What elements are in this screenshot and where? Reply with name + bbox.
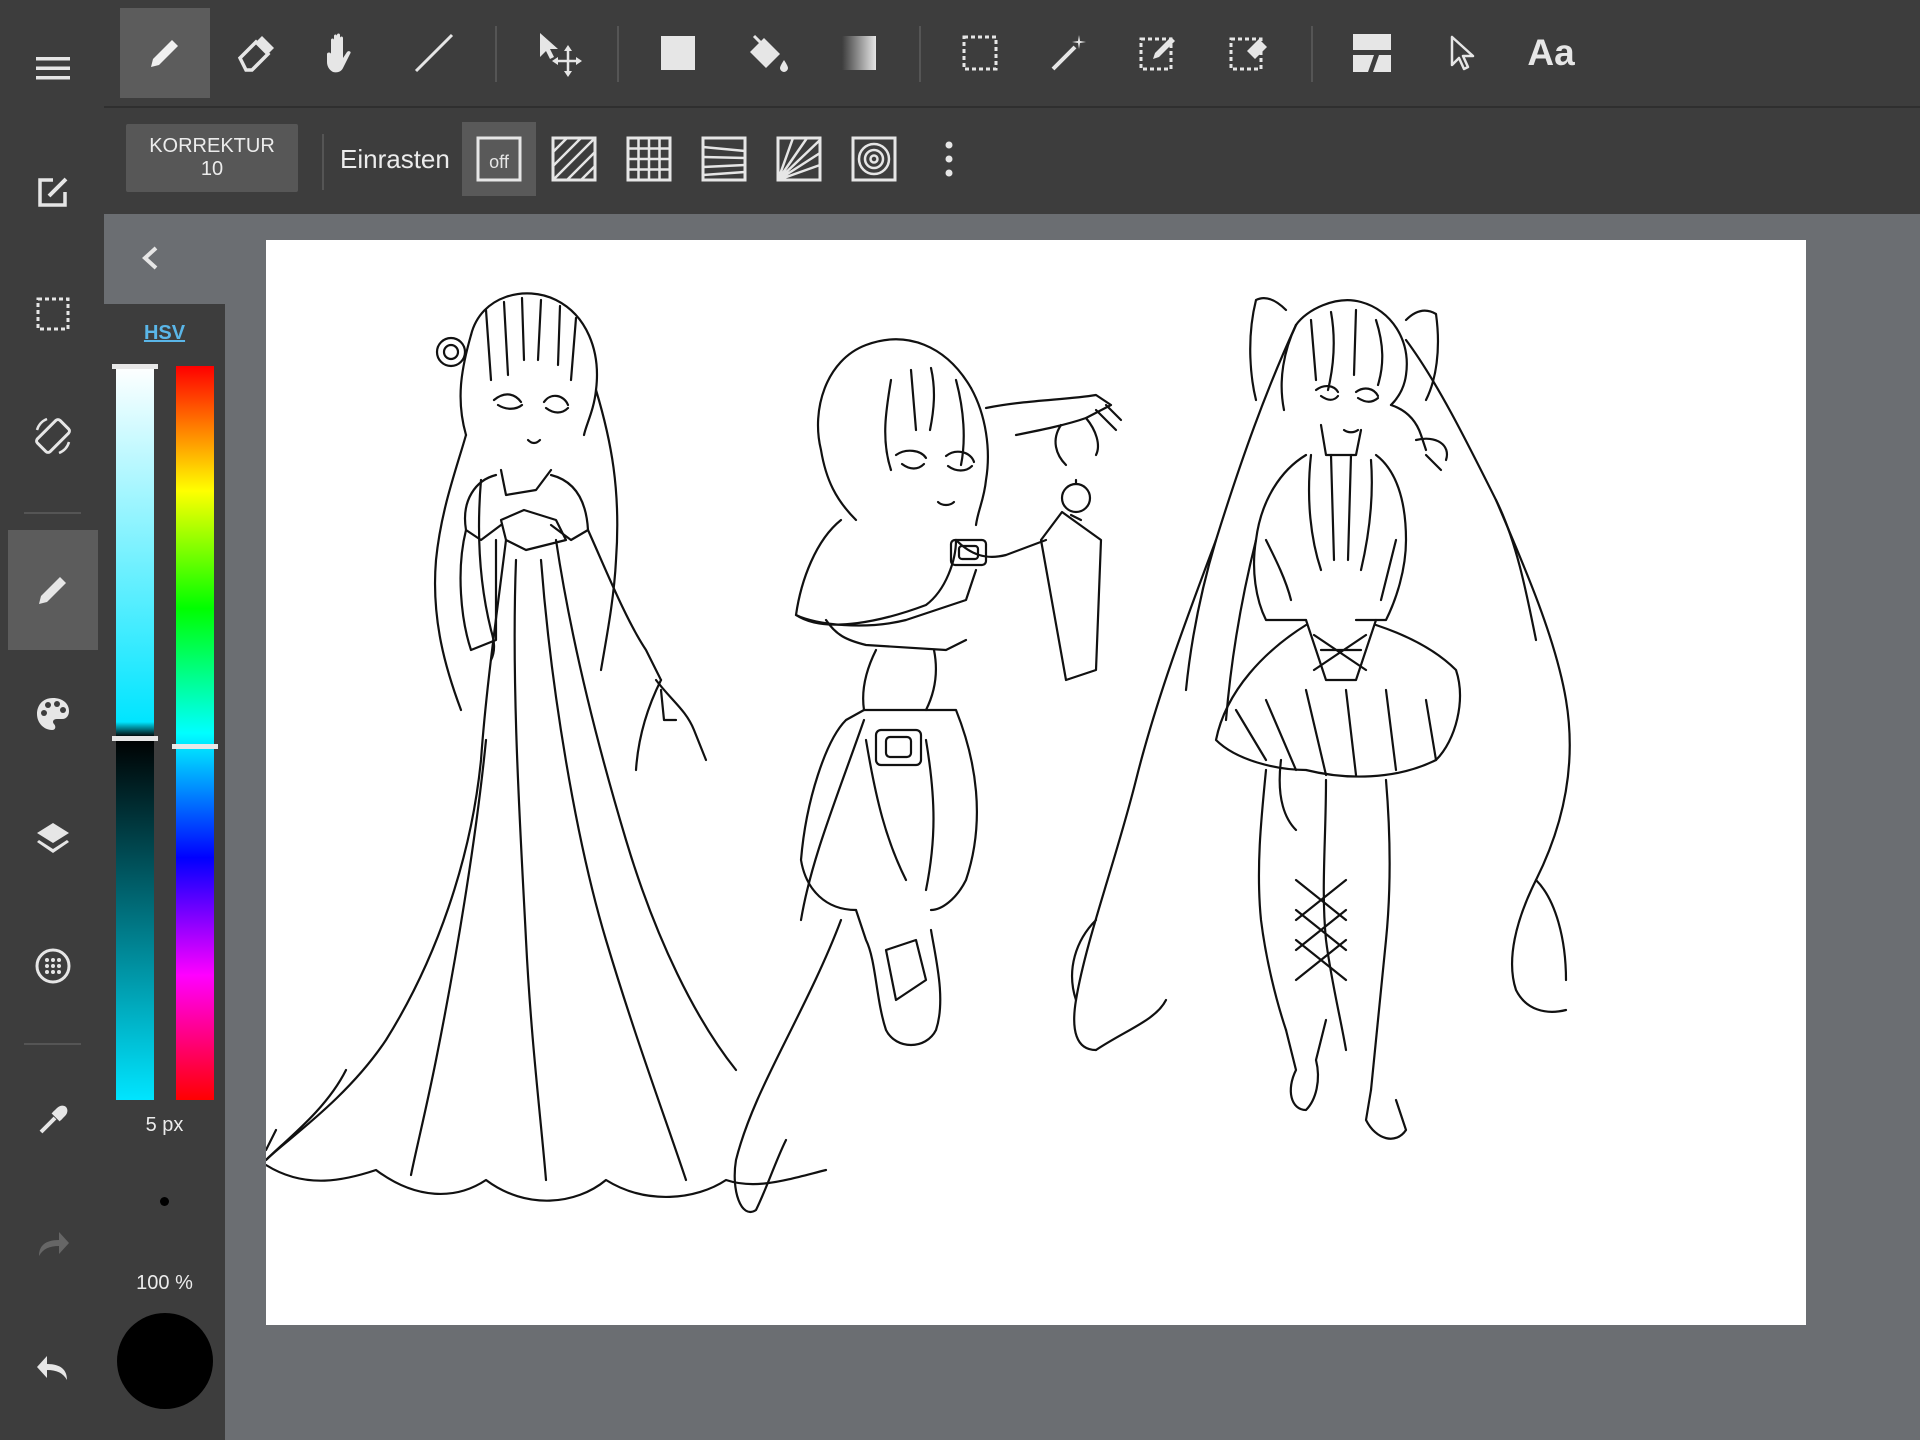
saturation-slider[interactable] [116, 366, 154, 1100]
eraser-icon[interactable] [210, 8, 300, 98]
gradient-icon[interactable] [814, 8, 904, 98]
more-options-icon[interactable] [912, 122, 986, 196]
bucket-icon[interactable] [724, 8, 814, 98]
select-rect-icon[interactable] [935, 8, 1025, 98]
edit-canvas-icon[interactable] [8, 132, 98, 252]
menu-icon[interactable] [8, 8, 98, 128]
left-sidebar [0, 0, 104, 1440]
snap-perspective-icon[interactable] [687, 122, 761, 196]
hue-thumb[interactable] [172, 744, 218, 749]
material-icon[interactable] [8, 906, 98, 1026]
value-thumb[interactable] [112, 736, 158, 741]
drawing-canvas[interactable] [266, 240, 1806, 1325]
toolbar-divider [919, 26, 921, 82]
hand-icon[interactable] [297, 8, 387, 98]
palette-icon[interactable] [8, 654, 98, 774]
move-icon[interactable] [513, 8, 603, 98]
hsv-mode-link[interactable]: HSV [104, 322, 225, 345]
brush-size-label[interactable]: 5 px [104, 1114, 225, 1137]
character-left-drawing [266, 292, 828, 1202]
pointer-icon[interactable] [1417, 8, 1507, 98]
snap-off-button[interactable]: off [462, 122, 536, 196]
pen-icon[interactable] [120, 8, 210, 98]
top-toolbar: Aa [104, 0, 1920, 108]
subbar-divider [322, 134, 324, 190]
layers-icon[interactable] [8, 778, 98, 898]
text-icon[interactable]: Aa [1506, 8, 1596, 98]
select-pen-icon[interactable] [1114, 8, 1204, 98]
magic-wand-icon[interactable] [1024, 8, 1114, 98]
fill-rect-icon[interactable] [633, 8, 723, 98]
toolbar-divider [1311, 26, 1313, 82]
snap-parallel-icon[interactable] [537, 122, 611, 196]
rotate-icon[interactable] [8, 376, 98, 496]
brush-preview-dot [160, 1197, 169, 1206]
snap-off-text: off [489, 152, 510, 172]
correction-label: KORREKTUR [149, 135, 275, 157]
collapse-panel-chevron-icon[interactable] [130, 238, 170, 278]
eyedropper-icon[interactable] [8, 1060, 98, 1180]
character-middle-drawing [733, 338, 1123, 1213]
selection-icon[interactable] [8, 254, 98, 374]
current-color-swatch[interactable] [117, 1313, 213, 1409]
correction-button[interactable]: KORREKTUR 10 [126, 124, 298, 192]
correction-value: 10 [200, 158, 224, 180]
undo-icon[interactable] [8, 1308, 98, 1428]
opacity-label[interactable]: 100 % [104, 1272, 225, 1295]
snap-concentric-icon[interactable] [837, 122, 911, 196]
frame-divider-icon[interactable] [1327, 8, 1417, 98]
brush-icon[interactable] [8, 530, 98, 650]
character-right-drawing [1071, 296, 1571, 1140]
redo-icon[interactable] [8, 1184, 98, 1304]
brush-options-bar: KORREKTUR 10 Einrasten off [104, 108, 1920, 214]
line-art-drawing [266, 292, 1571, 1213]
toolbar-divider [495, 26, 497, 82]
sidebar-divider [24, 1043, 81, 1045]
snap-radial-icon[interactable] [762, 122, 836, 196]
color-panel: HSV 5 px 100 % [104, 304, 225, 1440]
saturation-thumb[interactable] [112, 364, 158, 369]
toolbar-divider [617, 26, 619, 82]
select-eraser-icon[interactable] [1204, 8, 1294, 98]
hue-slider[interactable] [176, 366, 214, 1100]
snap-label: Einrasten [340, 144, 450, 174]
snap-grid-icon[interactable] [612, 122, 686, 196]
line-icon[interactable] [389, 8, 479, 98]
sidebar-divider [24, 512, 81, 514]
